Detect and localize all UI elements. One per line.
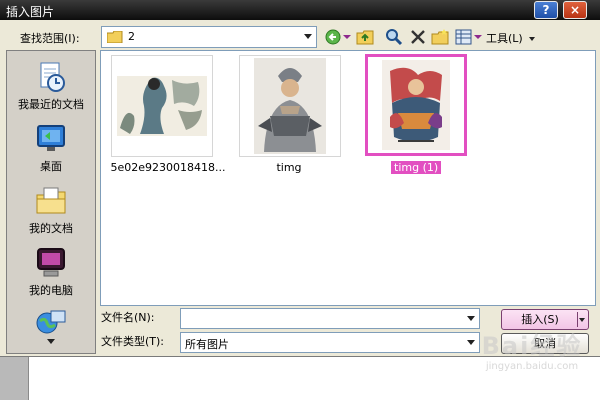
background-panel [0,356,29,400]
insert-label: 插入(S) [521,313,559,326]
my-documents-icon [36,187,66,214]
file-thumbnail [239,55,341,157]
file-name: timg [276,161,302,174]
place-my-computer[interactable]: 我的电脑 [7,247,95,298]
chevron-down-icon[interactable] [467,316,475,321]
place-label: 我的电脑 [29,284,73,297]
close-button[interactable]: × [563,1,587,19]
look-in-value: 2 [128,30,135,43]
file-name: 5e02e9230018418... [110,161,226,174]
watermark-logo: Bai经验 [481,332,583,360]
photo-thumbnail [254,58,326,154]
place-label: 我的文档 [29,222,73,235]
up-folder-icon[interactable] [356,28,374,46]
tools-menu[interactable]: 工具(L) [486,30,536,46]
recent-documents-icon [40,62,65,92]
file-name-selected: timg (1) [391,161,442,174]
views-icon[interactable] [455,28,482,46]
place-label: 桌面 [40,160,62,173]
look-in-label: 查找范围(I): [20,32,80,45]
network-places-icon [36,310,66,334]
my-computer-icon [37,248,65,277]
folder-icon [107,31,123,43]
file-name-field[interactable] [180,308,480,329]
file-thumbnail-selected [365,54,467,156]
look-in-dropdown[interactable]: 2 [101,26,317,48]
delete-icon[interactable] [409,28,427,46]
chevron-down-icon[interactable] [304,34,312,39]
artwork-thumbnail [382,60,450,150]
watermark-url: jingyan.baidu.com [485,361,579,372]
new-folder-icon[interactable] [431,28,449,46]
place-my-documents[interactable]: 我的文档 [7,185,95,236]
back-icon[interactable] [325,28,351,46]
file-type-label: 文件类型(T): [101,335,165,348]
title-bar: 插入图片 ? × [0,0,600,20]
dialog-title: 插入图片 [6,5,55,19]
desktop-icon [37,125,65,151]
places-bar: 我最近的文档 桌面 我的文档 我的电脑 [6,50,96,354]
painting-thumbnail [117,76,207,136]
split-divider [577,312,578,327]
place-desktop[interactable]: 桌面 [7,123,95,174]
watermark: Bai经验 jingyan.baidu.com [462,326,600,372]
file-type-value: 所有图片 [185,338,229,351]
place-label: 我最近的文档 [18,98,84,111]
place-network[interactable] [7,309,95,335]
file-name-label: 文件名(N): [101,311,155,324]
chevron-down-icon [529,37,536,41]
insert-picture-dialog: 插入图片 ? × 查找范围(I): 2 工具(L) 我最近的文档 桌面 我的文档… [0,0,600,357]
place-recent-documents[interactable]: 我最近的文档 [7,61,95,112]
tools-label: 工具(L) [486,32,523,45]
scroll-down-arrow[interactable] [47,339,55,344]
file-type-dropdown[interactable]: 所有图片 [180,332,480,353]
insert-options-arrow[interactable] [579,318,585,322]
file-thumbnail [111,55,213,157]
search-web-icon[interactable] [385,28,403,46]
file-list: 5e02e9230018418... timg timg (1) [100,50,596,306]
help-button[interactable]: ? [534,1,558,19]
